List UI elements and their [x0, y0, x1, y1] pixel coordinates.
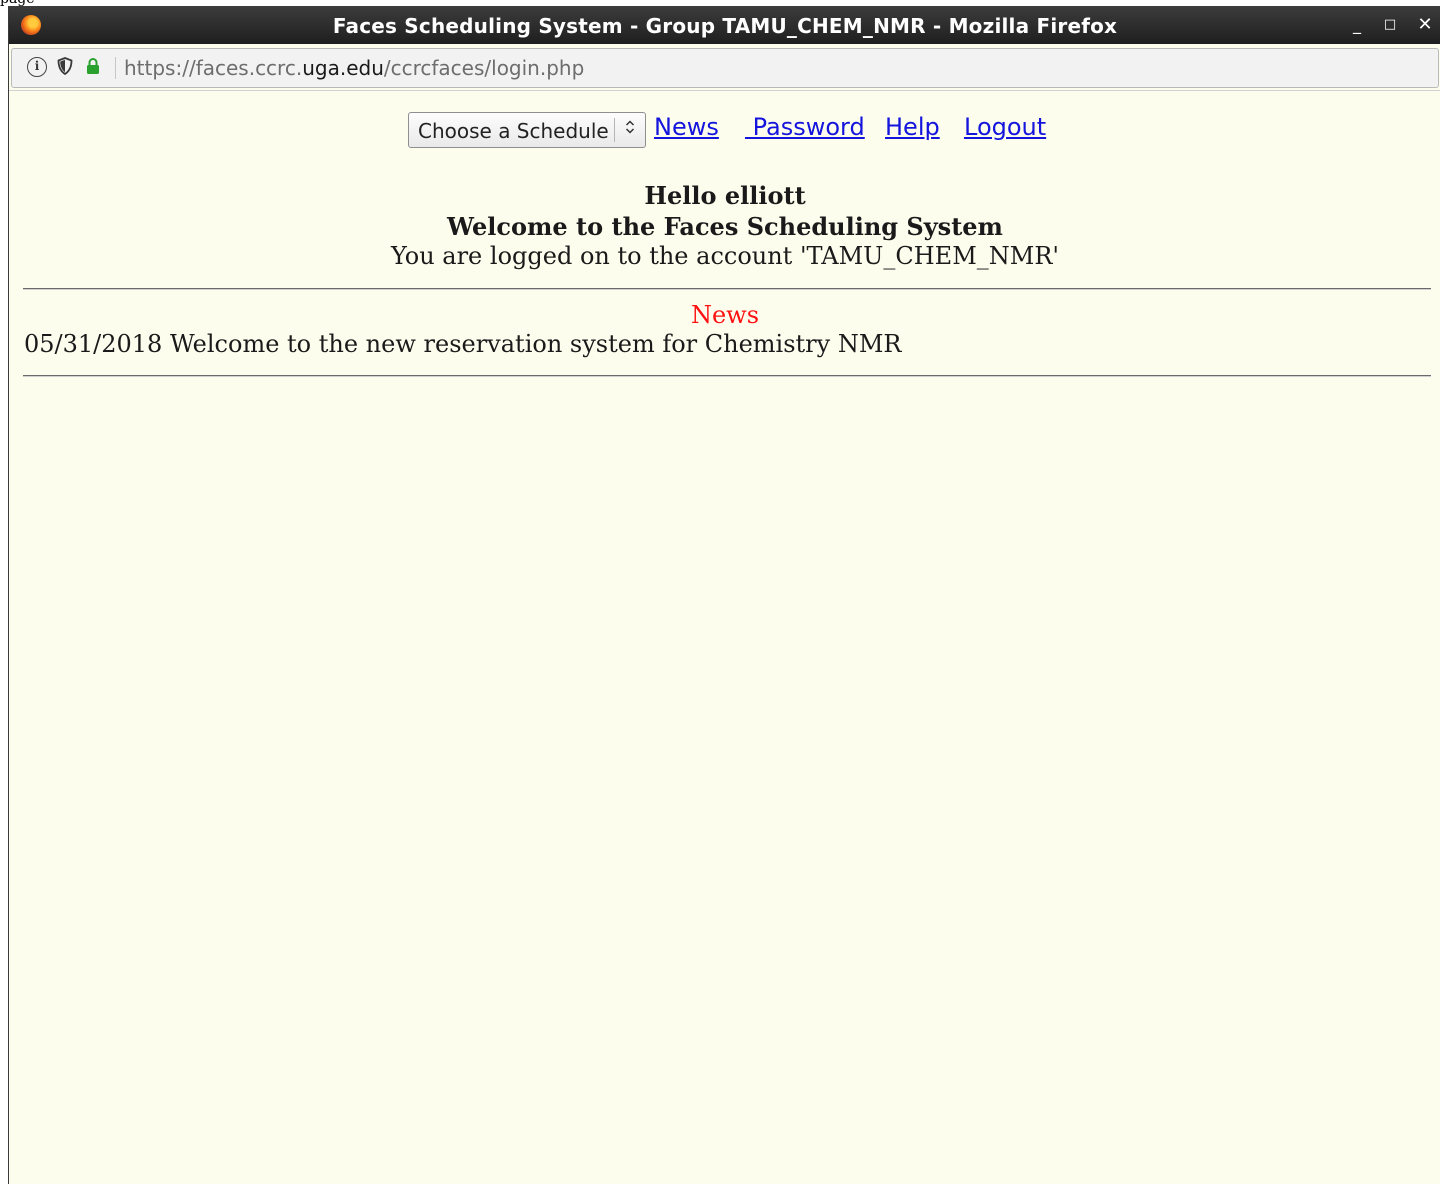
- address-bar[interactable]: i https://faces.ccrc.uga.edu/ccrcfaces/l…: [11, 48, 1439, 88]
- address-bar-separator: [115, 57, 116, 79]
- browser-window: Faces Scheduling System - Group TAMU_CHE…: [8, 6, 1440, 1184]
- schedule-select[interactable]: Choose a Schedule: [408, 112, 646, 148]
- select-arrows-glyph: [625, 120, 635, 134]
- address-bar-inner: i https://faces.ccrc.uga.edu/ccrcfaces/l…: [12, 53, 1438, 83]
- page-content: Choose a Schedule News Password Help Log…: [9, 90, 1440, 1184]
- select-divider: [614, 118, 615, 142]
- lock-icon[interactable]: [83, 57, 103, 77]
- account-info: You are logged on to the account 'TAMU_C…: [390, 242, 1060, 270]
- info-icon[interactable]: i: [27, 57, 47, 77]
- window-titlebar[interactable]: Faces Scheduling System - Group TAMU_CHE…: [9, 6, 1440, 44]
- news-heading: News: [690, 301, 760, 329]
- url-prefix: https://faces.ccrc.: [124, 56, 303, 80]
- horizontal-divider-top: [23, 288, 1431, 290]
- welcome-title: Welcome to the Faces Scheduling System: [447, 212, 1003, 241]
- lock-glyph: [87, 58, 99, 74]
- hello-greeting: Hello elliott: [644, 181, 806, 210]
- maximize-button[interactable]: □: [1378, 14, 1402, 36]
- schedule-select-value: Choose a Schedule: [418, 119, 609, 143]
- select-arrows-icon: [619, 119, 641, 139]
- horizontal-divider-bottom: [23, 375, 1431, 377]
- close-window-button[interactable]: ✕: [1413, 14, 1437, 36]
- password-link[interactable]: Password: [745, 113, 865, 141]
- window-title: Faces Scheduling System - Group TAMU_CHE…: [332, 14, 1118, 38]
- url-domain: uga.edu: [302, 56, 384, 80]
- url-path: /ccrcfaces/login.php: [383, 56, 585, 80]
- top-navigation: Choose a Schedule News Password Help Log…: [9, 111, 1440, 151]
- url-text[interactable]: https://faces.ccrc.uga.edu/ccrcfaces/log…: [124, 56, 584, 80]
- logout-link[interactable]: Logout: [964, 113, 1046, 141]
- news-item: 05/31/2018 Welcome to the new reservatio…: [24, 330, 902, 358]
- news-link[interactable]: News: [654, 113, 719, 141]
- minimize-button[interactable]: _: [1345, 14, 1369, 36]
- tracking-shield-icon[interactable]: [55, 57, 75, 77]
- shield-glyph: [57, 57, 73, 76]
- help-link[interactable]: Help: [885, 113, 940, 141]
